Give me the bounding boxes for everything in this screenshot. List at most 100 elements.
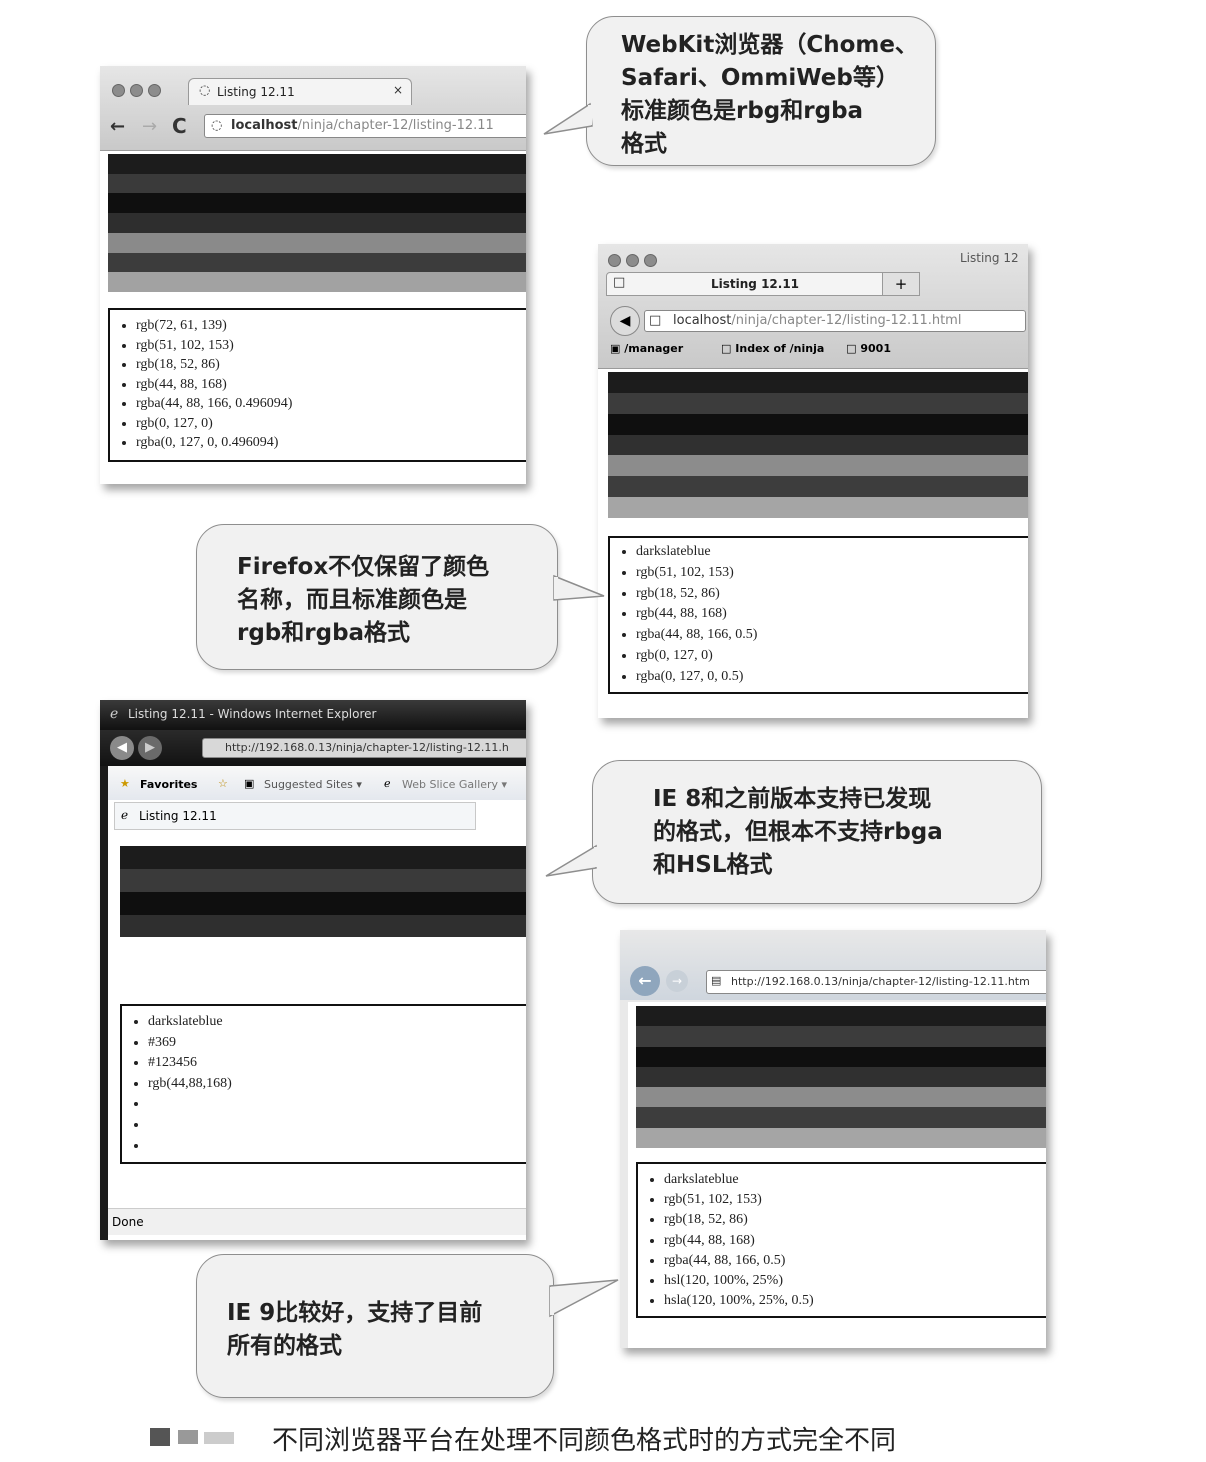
color-list-item: rgb(72, 61, 139) [136,316,526,336]
color-stripe [120,868,526,892]
color-stripe [608,392,1028,414]
color-stripe [636,1087,1046,1108]
reload-icon[interactable]: C [172,114,187,138]
callout-ie8: IE 8和之前版本支持已发现 的格式，但根本不支持rbga 和HSL格式 [592,760,1042,904]
color-list-item: darkslateblue [636,542,1028,563]
web-slice-gallery[interactable]: Web Slice Gallery ▾ [402,778,507,791]
figure-caption: 不同浏览器平台在处理不同颜色格式时的方式完全不同 [272,1426,897,1456]
callout-webkit-text: WebKit浏览器（Chome、 Safari、OmmiWeb等） 标准颜色是r… [621,32,918,157]
page-icon: □ [649,313,662,328]
tab-title: Listing 12.11 [711,277,800,291]
color-stripe [108,272,526,292]
color-list-item: rgb(51, 102, 153) [664,1190,1046,1210]
firefox-window: Listing 12 □ Listing 12.11 + ◀ □ localho… [598,244,1028,718]
color-list-item: rgb(18, 52, 86) [664,1210,1046,1230]
status-bar: Done [108,1208,526,1235]
color-stripe [120,937,526,961]
color-stripe [120,960,526,984]
color-stripe [636,1046,1046,1067]
bookmarks-bar: ▣ /manager □ Index of /ninja □ 9001 [610,342,891,355]
forward-icon[interactable]: → [142,116,157,137]
color-list-item: rgba(0, 127, 0, 0.5) [636,667,1028,688]
figure-label [150,1424,242,1450]
firefox-titlebar: Listing 12 □ Listing 12.11 + ◀ □ localho… [598,244,1028,369]
color-list-item: rgb(18, 52, 86) [636,584,1028,605]
back-button[interactable]: ◀ [610,306,640,336]
color-stripe [636,1026,1046,1047]
window-controls[interactable] [608,252,662,271]
url-host: localhost [231,118,298,133]
ie8-titlebar: ℯ Listing 12.11 - Windows Internet Explo… [100,700,526,730]
color-list-item: #369 [148,1033,526,1054]
ie8-body: ★ Favorites ☆ ▣ Suggested Sites ▾ ℯ Web … [108,766,526,1240]
color-list-item: rgba(0, 127, 0, 0.496094) [136,433,526,453]
color-stripes [120,846,526,1006]
ie9-body: darkslatebluergb(51, 102, 153)rgb(18, 52… [628,1002,1046,1348]
suggested-sites[interactable]: Suggested Sites ▾ [264,778,362,791]
forward-button[interactable]: → [666,970,688,992]
bookmark-9001[interactable]: 9001 [860,342,891,355]
color-stripes [636,1006,1046,1148]
bookmark-manager[interactable]: /manager [624,342,683,355]
color-list-item: rgb(51, 102, 153) [636,563,1028,584]
color-stripe [608,455,1028,477]
color-list-item: rgb(44,88,168) [148,1074,526,1095]
tab-listing[interactable]: □ Listing 12.11 [606,272,886,296]
color-list-item: darkslateblue [664,1170,1046,1190]
color-stripe [108,173,526,194]
address-bar[interactable]: □ localhost/ninja/chapter-12/listing-12.… [644,310,1026,332]
color-list-item: hsla(120, 100%, 25%, 0.5) [664,1291,1046,1311]
add-favorite-icon[interactable]: ☆ [218,777,228,790]
address-bar[interactable]: ◌ localhost/ninja/chapter-12/listing-12.… [204,114,526,138]
chrome-window: ◌ Listing 12.11 × ← → C ◌ localhost/ninj… [100,66,526,484]
callout-ie9-text: IE 9比较好，支持了目前 所有的格式 [227,1300,483,1359]
color-list-item: rgb(44, 88, 168) [136,375,526,395]
color-stripe [636,1006,1046,1027]
suggested-sites-icon: ▣ [244,777,255,790]
color-stripe [120,983,526,1006]
favorites-star-icon: ★ [120,777,130,790]
color-list-item: rgba(44, 88, 166, 0.5) [664,1251,1046,1271]
back-button[interactable]: ◀ [110,736,134,760]
color-list-item [148,1136,526,1157]
page-icon: ℯ [121,808,129,822]
ie8-tab[interactable]: ℯ Listing 12.11 [114,802,476,830]
color-list-item: rgb(0, 127, 0) [636,646,1028,667]
favorites-bar: ★ Favorites ☆ ▣ Suggested Sites ▾ ℯ Web … [108,766,526,800]
favorites-button[interactable]: Favorites [140,778,197,791]
url: http://192.168.0.13/ninja/chapter-12/lis… [225,741,509,754]
back-icon[interactable]: ← [110,116,125,137]
back-button[interactable]: ← [630,966,660,996]
ie9-window: ← → ▤ http://192.168.0.13/ninja/chapter-… [620,930,1046,1348]
color-stripe [608,413,1028,435]
forward-button[interactable]: ▶ [138,736,162,760]
tab-listing[interactable]: ◌ Listing 12.11 × [188,78,412,105]
bookmark-icon: ▣ [610,342,621,355]
callout-firefox-pointer [553,574,605,601]
color-list-item: rgb(44, 88, 168) [664,1231,1046,1251]
folder-icon: □ [846,342,857,355]
color-stripes [108,154,526,292]
callout-webkit-pointer [543,102,593,135]
color-stripe [120,914,526,938]
color-list-item: rgb(51, 102, 153) [136,336,526,356]
address-bar[interactable]: ▤ http://192.168.0.13/ninja/chapter-12/l… [706,970,1046,994]
color-list: darkslateblue#369#123456rgb(44,88,168) [120,1004,526,1164]
color-stripe [608,372,1028,393]
color-list-item: rgb(44, 88, 168) [636,604,1028,625]
callout-firefox-text: Firefox不仅保留了颜色 名称，而且标准颜色是 rgb和rgba格式 [237,554,490,646]
color-list-item [148,1115,526,1136]
page-icon: ▤ [711,974,722,987]
globe-icon: ◌ [211,118,223,133]
window-controls[interactable] [112,82,166,101]
color-list-item: rgb(18, 52, 86) [136,355,526,375]
bookmark-index[interactable]: Index of /ninja [735,342,824,355]
color-list-item: rgb(0, 127, 0) [136,414,526,434]
url-path: /ninja/chapter-12/listing-12.11.html [731,313,962,328]
address-bar[interactable]: http://192.168.0.13/ninja/chapter-12/lis… [202,738,526,758]
window-title: Listing 12 [960,251,1019,265]
ie9-navbar: ← → ▤ http://192.168.0.13/ninja/chapter-… [620,930,1046,1000]
close-icon[interactable]: × [393,83,403,97]
color-list: darkslatebluergb(51, 102, 153)rgb(18, 52… [608,536,1028,694]
new-tab-button[interactable]: + [882,272,920,296]
